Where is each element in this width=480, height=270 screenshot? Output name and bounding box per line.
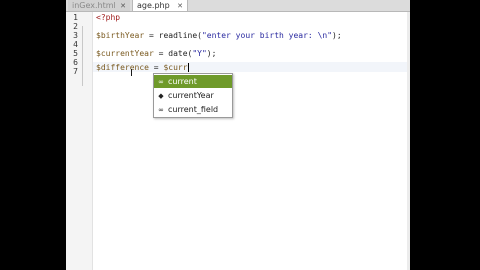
code-line-7[interactable]: $difference = $curr	[96, 63, 189, 72]
code-text: );	[206, 49, 217, 58]
field-icon: ∞	[158, 77, 164, 86]
php-open-tag: <?php	[96, 13, 121, 22]
variable-icon: ◆	[158, 91, 164, 100]
autocomplete-label: current	[168, 77, 197, 86]
line-number-gutter: 1 2 3 4 5 6 7	[66, 12, 93, 270]
line-number: 5	[73, 49, 78, 58]
tab-age-php[interactable]: age.php ✕	[132, 0, 188, 11]
ibeam-cursor-icon: I	[130, 68, 133, 79]
code-variable: $curr	[163, 63, 188, 72]
code-text: = readline(	[144, 31, 202, 40]
code-variable: $birthYear	[96, 31, 145, 40]
code-variable: $difference	[96, 63, 149, 72]
code-line-5[interactable]: $currentYear = date("Y");	[96, 49, 216, 58]
line-number: 4	[73, 40, 78, 49]
line-number: 6	[73, 58, 78, 67]
code-line-3[interactable]: $birthYear = readline("enter your birth …	[96, 31, 342, 40]
editor-window: inGex.html ✕ age.php ✕ 1 2 3 4 5 6 7 <?p…	[66, 0, 410, 270]
line-number: 1	[73, 13, 78, 22]
vertical-scrollbar[interactable]	[407, 12, 410, 270]
tab-bar: inGex.html ✕ age.php ✕	[66, 0, 410, 12]
tab-label: inGex.html	[72, 1, 116, 10]
line-number: 7	[73, 67, 78, 76]
fold-guide	[82, 26, 83, 86]
text-caret	[187, 63, 189, 72]
code-text: );	[332, 31, 342, 40]
tab-label: age.php	[137, 1, 170, 10]
autocomplete-label: current_field	[168, 105, 219, 114]
autocomplete-label: currentYear	[168, 91, 214, 100]
code-variable: $currentYear	[96, 49, 154, 58]
autocomplete-item[interactable]: ∞ current_field	[154, 103, 232, 116]
code-string: "enter your birth year: \n"	[201, 31, 333, 40]
line-number: 2	[73, 22, 78, 31]
autocomplete-item[interactable]: ◆ currentYear	[154, 89, 232, 102]
close-icon[interactable]: ✕	[177, 2, 183, 10]
code-text: = date(	[153, 49, 193, 58]
field-icon: ∞	[158, 105, 164, 114]
tab-index-html[interactable]: inGex.html ✕	[68, 0, 130, 11]
code-text: =	[148, 63, 164, 72]
autocomplete-popup[interactable]: ∞ current ◆ currentYear ∞ current_field	[153, 73, 233, 118]
code-string: "Y"	[192, 49, 207, 58]
close-icon[interactable]: ✕	[120, 2, 126, 10]
line-number: 3	[73, 31, 78, 40]
code-line-1[interactable]: <?php	[96, 13, 120, 22]
autocomplete-item[interactable]: ∞ current	[154, 75, 232, 88]
